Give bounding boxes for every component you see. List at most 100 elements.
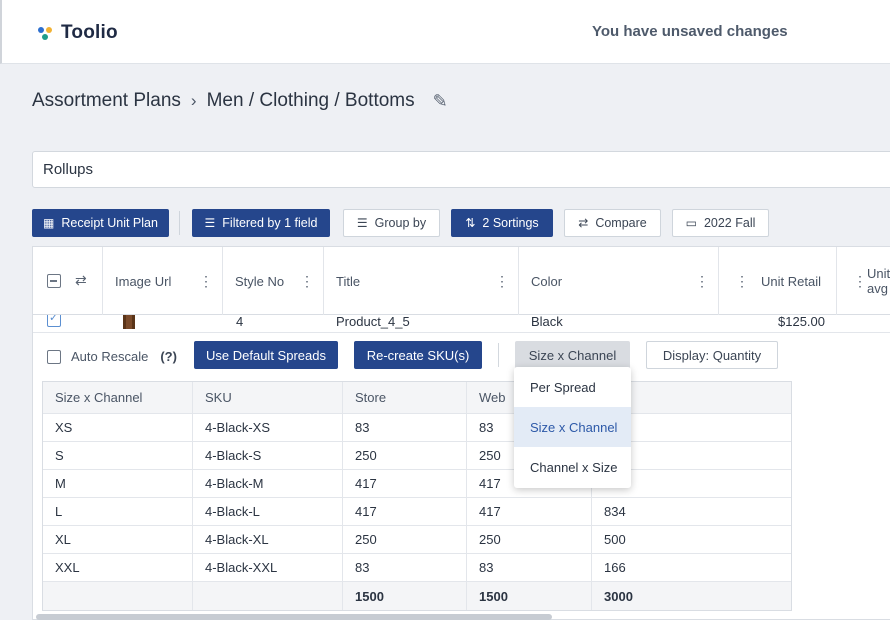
column-style-no-label: Style No (235, 274, 285, 289)
cell-store: 83 (343, 554, 467, 581)
kebab-menu-icon[interactable]: ⋮ (199, 273, 213, 290)
auto-rescale-toggle[interactable]: Auto Rescale (?) (47, 349, 177, 364)
use-default-spreads-label: Use Default Spreads (206, 347, 326, 363)
table-row[interactable]: L 4-Black-L 417 417 834 (43, 498, 791, 526)
use-default-spreads-button[interactable]: Use Default Spreads (194, 341, 338, 369)
filter-label: Filtered by 1 field (222, 216, 318, 230)
total-web: 1500 (467, 582, 592, 610)
view-mode-dropdown: Per Spread Size x Channel Channel x Size (514, 367, 631, 488)
unsaved-changes-notice: You have unsaved changes (592, 23, 788, 40)
row-checkbox[interactable] (47, 315, 61, 327)
column-unit-retail[interactable]: ⋮ Unit Retail (719, 247, 837, 315)
column-title[interactable]: Title ⋮ (324, 247, 519, 315)
kebab-menu-icon[interactable]: ⋮ (735, 273, 749, 290)
season-label: 2022 Fall (703, 216, 756, 230)
select-all-checkbox[interactable] (47, 274, 61, 288)
season-button[interactable]: ▭ 2022 Fall (672, 209, 769, 237)
cell-sku: 4-Black-XS (193, 414, 343, 441)
cell-sku: 4-Black-XXL (193, 554, 343, 581)
cell-web: 83 (467, 554, 592, 581)
rollups-select[interactable]: Rollups (32, 151, 890, 188)
view-option-channel-x-size[interactable]: Channel x Size (514, 447, 631, 487)
logo-mark-icon (38, 25, 54, 41)
cell-total: 500 (604, 532, 626, 547)
display-mode-button[interactable]: Display: Quantity (646, 341, 778, 369)
chevron-right-icon: › (190, 91, 197, 110)
column-unit-retail-label: Unit Retail (761, 274, 821, 289)
compare-button[interactable]: ⇄ Compare (564, 209, 661, 237)
help-icon[interactable]: (?) (160, 349, 177, 364)
row-color: Black (531, 315, 563, 329)
table-row[interactable]: XS4-Black-XS8383166 (43, 414, 791, 442)
sortings-button[interactable]: ⇅ 2 Sortings (451, 209, 553, 237)
cell-sku: 4-Black-S (193, 442, 343, 469)
cell-store: 250 (343, 442, 467, 469)
column-image-url[interactable]: Image Url ⋮ (103, 247, 223, 315)
filter-icon: ☰ (204, 216, 216, 230)
table-row[interactable]: M4-Black-M417417834 (43, 470, 791, 498)
view-option-per-spread[interactable]: Per Spread (514, 367, 631, 407)
row-style-no: 4 (236, 315, 244, 329)
app-logo[interactable]: Toolio (38, 22, 118, 44)
cell-size: XXL (43, 554, 193, 581)
recreate-sku-button[interactable]: Re-create SKU(s) (354, 341, 482, 369)
breadcrumb: Assortment Plans › Men / Clothing / Bott… (32, 90, 448, 112)
cell-total: 166 (604, 560, 626, 575)
product-thumbnail (123, 315, 135, 329)
rollups-value: Rollups (43, 161, 94, 178)
cell-store: 417 (343, 498, 467, 525)
list-icon: ☰ (356, 216, 368, 230)
kebab-menu-icon[interactable]: ⋮ (695, 273, 709, 290)
table-header-row: Size x Channel SKU Store Web Total (43, 382, 791, 414)
recreate-sku-label: Re-create SKU(s) (366, 347, 470, 363)
view-mode-select[interactable]: Size x Channel (515, 341, 630, 369)
cell-size: L (43, 498, 193, 525)
group-by-label: Group by (374, 216, 427, 230)
column-color[interactable]: Color ⋮ (519, 247, 719, 315)
cell-web: 417 (467, 498, 592, 525)
kebab-menu-icon[interactable]: ⋮ (853, 273, 867, 290)
table-row[interactable]: 4 Product_4_5 Black $125.00 (33, 315, 890, 331)
cell-sku: 4-Black-XL (193, 526, 343, 553)
kebab-menu-icon[interactable]: ⋮ (495, 273, 509, 290)
receipt-unit-plan-button[interactable]: ▦ Receipt Unit Plan (32, 209, 169, 237)
toolbar-divider (179, 211, 180, 235)
cell-total: 834 (604, 504, 626, 519)
table-row[interactable]: XXL 4-Black-XXL 83 83 166 (43, 554, 791, 582)
horizontal-scrollbar[interactable] (36, 614, 552, 620)
column-title-label: Title (336, 274, 361, 289)
auto-rescale-checkbox[interactable] (47, 349, 61, 364)
total-total: 3000 (604, 588, 633, 604)
logo-text: Toolio (61, 22, 118, 43)
total-size-channel (43, 582, 193, 610)
table-total-row: 1500 1500 3000 (43, 582, 791, 610)
column-unit-avg[interactable]: ⋮ Unit avg (837, 247, 890, 315)
grid-header: ⇄ Image Url ⋮ Style No ⋮ Title ⋮ Color ⋮… (33, 247, 890, 315)
sortings-label: 2 Sortings (482, 216, 539, 230)
header-store: Store (343, 382, 467, 413)
view-mode-label: Size x Channel (528, 347, 617, 363)
cell-store: 417 (343, 470, 467, 497)
cell-sku: 4-Black-M (193, 470, 343, 497)
size-channel-table: Size x Channel SKU Store Web Total XS4-B… (42, 381, 792, 611)
table-row[interactable]: XL 4-Black-XL 250 250 500 (43, 526, 791, 554)
column-image-url-label: Image Url (115, 274, 172, 289)
compare-icon: ⇄ (578, 216, 589, 230)
column-unit-avg-label: Unit avg (867, 266, 890, 296)
pencil-icon[interactable]: ✎ (433, 91, 448, 112)
view-option-size-x-channel[interactable]: Size x Channel (514, 407, 631, 447)
row-unit-retail: $125.00 (778, 315, 825, 329)
group-by-button[interactable]: ☰ Group by (343, 209, 440, 237)
swap-icon[interactable]: ⇄ (75, 272, 87, 289)
total-sku (193, 582, 343, 610)
table-row[interactable]: S4-Black-S250250500 (43, 442, 791, 470)
breadcrumb-root[interactable]: Assortment Plans (32, 90, 181, 112)
compare-label: Compare (595, 216, 647, 230)
kebab-menu-icon[interactable]: ⋮ (300, 273, 314, 290)
column-color-label: Color (531, 274, 563, 289)
column-style-no[interactable]: Style No ⋮ (223, 247, 324, 315)
cell-size: M (43, 470, 193, 497)
total-store: 1500 (343, 582, 467, 610)
filter-button[interactable]: ☰ Filtered by 1 field (192, 209, 330, 237)
auto-rescale-label: Auto Rescale (71, 349, 149, 364)
